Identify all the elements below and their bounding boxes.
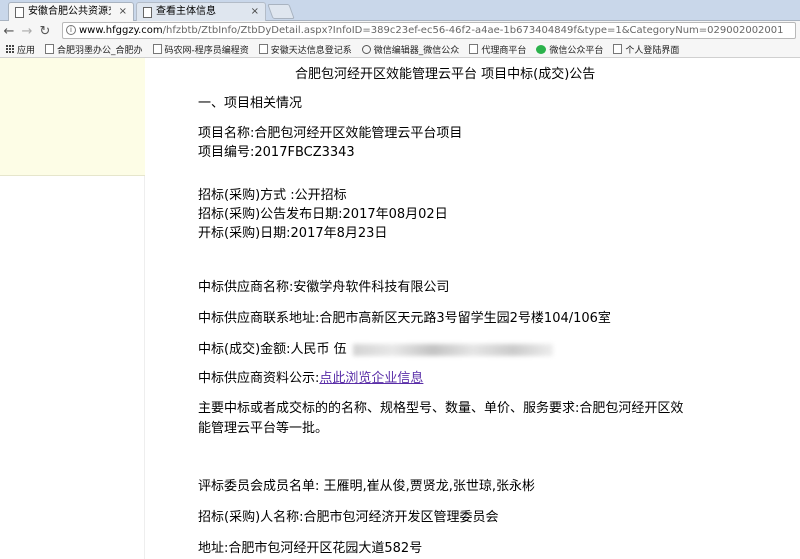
url-host: www.hfggzy.com [79, 25, 163, 36]
circle-icon [361, 44, 371, 54]
award-amount-label: 中标(成交)金额:人民币 伍 [198, 342, 347, 357]
bookmark-item[interactable]: 代理商平台 [464, 43, 531, 56]
publish-date: 招标(采购)公告发布日期:2017年08月02日 [198, 207, 448, 222]
bookmark-item[interactable]: 个人登陆界面 [608, 43, 684, 56]
page-icon [258, 44, 268, 54]
supplier-address: 中标供应商联系地址:合肥市高新区天元路3号留学生园2号楼104/106室 [198, 311, 611, 326]
bookmark-label: 个人登陆界面 [625, 45, 680, 56]
supplier-name: 中标供应商名称:安徽学舟软件科技有限公司 [198, 280, 450, 295]
close-icon[interactable]: × [119, 3, 127, 21]
supplier-publicity: 中标供应商资料公示:点此浏览企业信息 [198, 370, 423, 387]
bookmark-apps[interactable]: 应用 [0, 43, 40, 56]
browser-toolbar: ← → ↻ i www.hfggzy.com/hfzbtb/ZtbInfo/Zt… [0, 21, 800, 41]
section-heading: 一、项目相关情况 [198, 96, 303, 111]
page-title: 合肥包河经开区效能管理云平台 项目中标(成交)公告 [295, 67, 596, 82]
committee-members: 评标委员会成员名单: 王雁明,崔从俊,贾贤龙,张世琼,张永彬 [198, 479, 536, 494]
forward-arrow-icon[interactable]: → [18, 22, 36, 40]
bookmark-item[interactable]: 安徽天达信息登记系 [254, 43, 357, 56]
bookmark-label: 微信编辑器_微信公众 [373, 45, 460, 56]
notice-content: 合肥包河经开区效能管理云平台 项目中标(成交)公告 一、项目相关情况 项目名称:… [145, 58, 800, 559]
procurement-method: 招标(采购)方式 :公开招标 [198, 188, 347, 203]
browse-company-info-link[interactable]: 点此浏览企业信息 [319, 371, 423, 386]
wechat-icon [536, 44, 547, 54]
requirements-line-2: 能管理云平台等一批。 [198, 421, 329, 436]
open-date: 开标(采购)日期:2017年8月23日 [198, 226, 388, 241]
publicity-label: 中标供应商资料公示: [198, 371, 320, 386]
back-arrow-icon[interactable]: ← [0, 22, 18, 40]
apps-icon [5, 45, 14, 54]
page-icon [45, 44, 55, 54]
project-name: 项目名称:合肥包河经开区效能管理云平台项目 [198, 126, 463, 141]
tab-subject-info[interactable]: 查看主体信息 × [136, 2, 266, 21]
url-path: /hfzbtb/ZtbInfo/ZtbDyDetail.aspx?InfoID=… [162, 25, 784, 36]
bookmark-label: 合肥羽墨办公_合肥办 [57, 45, 143, 56]
sidebar-panel [0, 58, 145, 176]
bookmarks-bar: 应用 合肥羽墨办公_合肥办 码农网-程序员编程资 安徽天达信息登记系 微信编辑器… [0, 41, 800, 58]
close-icon[interactable]: × [251, 3, 259, 21]
bookmark-item[interactable]: 微信公众平台 [531, 43, 608, 56]
purchaser-name: 招标(采购)人名称:合肥市包河经济开发区管理委员会 [198, 510, 499, 525]
tab-hfggzy[interactable]: 安徽合肥公共资源交易中 × [8, 2, 134, 21]
bookmark-label: 代理商平台 [481, 45, 527, 56]
tab-strip: 安徽合肥公共资源交易中 × 查看主体信息 × [0, 0, 800, 21]
redacted-amount [352, 343, 553, 356]
new-tab-button[interactable] [267, 4, 295, 19]
requirements-line-1: 主要中标或者成交标的的名称、规格型号、数量、单价、服务要求:合肥包河经开区效 [198, 401, 684, 416]
address-bar[interactable]: i www.hfggzy.com/hfzbtb/ZtbInfo/ZtbDyDet… [62, 22, 796, 39]
tab-label: 安徽合肥公共资源交易中 [28, 6, 111, 17]
reload-icon[interactable]: ↻ [36, 22, 54, 40]
bookmark-label: 安徽天达信息登记系 [270, 45, 352, 56]
page-icon [15, 6, 24, 18]
bookmark-label: 应用 [17, 45, 36, 56]
tab-label: 查看主体信息 [156, 6, 216, 17]
bookmark-item[interactable]: 微信编辑器_微信公众 [357, 43, 465, 56]
award-amount: 中标(成交)金额:人民币 伍 [198, 341, 553, 358]
project-number: 项目编号:2017FBCZ3343 [198, 145, 355, 160]
page-icon [143, 6, 152, 18]
page-icon [469, 44, 479, 54]
bookmark-item[interactable]: 码农网-程序员编程资 [148, 43, 254, 56]
page-icon [613, 44, 623, 54]
page-icon [152, 44, 162, 54]
bookmark-item[interactable]: 合肥羽墨办公_合肥办 [40, 43, 148, 56]
left-sidebar [0, 58, 145, 559]
bookmark-label: 码农网-程序员编程资 [164, 45, 249, 56]
info-icon[interactable]: i [66, 25, 76, 35]
bookmark-label: 微信公众平台 [549, 45, 604, 56]
purchaser-address: 地址:合肥市包河经开区花园大道582号 [198, 541, 423, 556]
